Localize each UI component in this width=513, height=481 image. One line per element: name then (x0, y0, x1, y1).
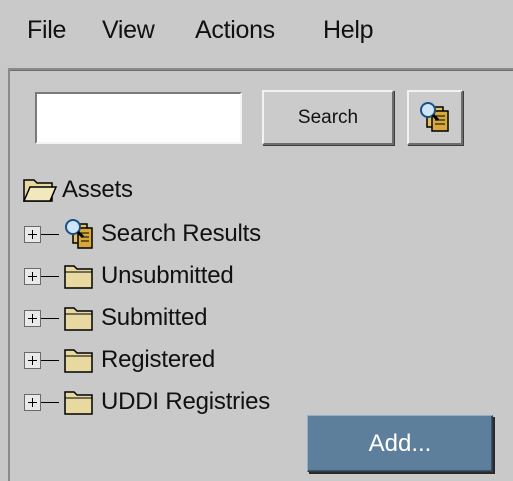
tree-connector (41, 401, 59, 403)
tree-connector (41, 275, 59, 277)
folder-icon (59, 340, 99, 380)
tree-item-submitted[interactable]: Submitted (24, 298, 207, 338)
tree-connector (41, 233, 59, 235)
tree-item-unsubmitted[interactable]: Unsubmitted (24, 256, 234, 296)
query-document-icon (420, 101, 449, 132)
search-input[interactable] (35, 92, 242, 144)
expand-toggle[interactable] (24, 267, 41, 285)
open-folder-icon (20, 170, 60, 210)
asset-browser-window: File View Actions Help Search Assets Sea… (0, 0, 513, 481)
menu-help[interactable]: Help (323, 16, 374, 45)
tree-item-label: UDDI Registries (101, 388, 271, 415)
context-menu-add[interactable]: Add... (307, 415, 493, 472)
tree-item-label: Unsubmitted (101, 262, 234, 289)
expand-toggle[interactable] (24, 225, 41, 243)
folder-icon (59, 256, 99, 296)
folder-icon (59, 382, 99, 422)
tree-item-label: Registered (101, 346, 216, 373)
search-button-label: Search (297, 106, 359, 128)
tree-root-label: Assets (62, 176, 133, 203)
query-document-icon (59, 214, 99, 254)
tree-item-label: Submitted (101, 304, 208, 331)
menu-file[interactable]: File (27, 16, 66, 45)
search-button[interactable]: Search (262, 90, 394, 145)
context-menu-add-label: Add... (368, 429, 432, 457)
tree-connector (41, 359, 59, 361)
menu-view[interactable]: View (102, 16, 155, 45)
tree-item-uddi-registries[interactable]: UDDI Registries (24, 382, 270, 422)
query-results-button[interactable] (407, 90, 463, 145)
menu-actions[interactable]: Actions (195, 16, 275, 45)
expand-toggle[interactable] (24, 351, 41, 369)
folder-icon (59, 298, 99, 338)
tree-item-search-results[interactable]: Search Results (24, 214, 261, 254)
expand-toggle[interactable] (24, 309, 41, 327)
tree-item-registered[interactable]: Registered (24, 340, 215, 380)
tree-item-label: Search Results (101, 220, 261, 247)
expand-toggle[interactable] (24, 393, 41, 411)
menu-bar: File View Actions Help (0, 0, 513, 64)
tree-connector (41, 317, 59, 319)
tree-root-assets[interactable]: Assets (20, 170, 133, 210)
